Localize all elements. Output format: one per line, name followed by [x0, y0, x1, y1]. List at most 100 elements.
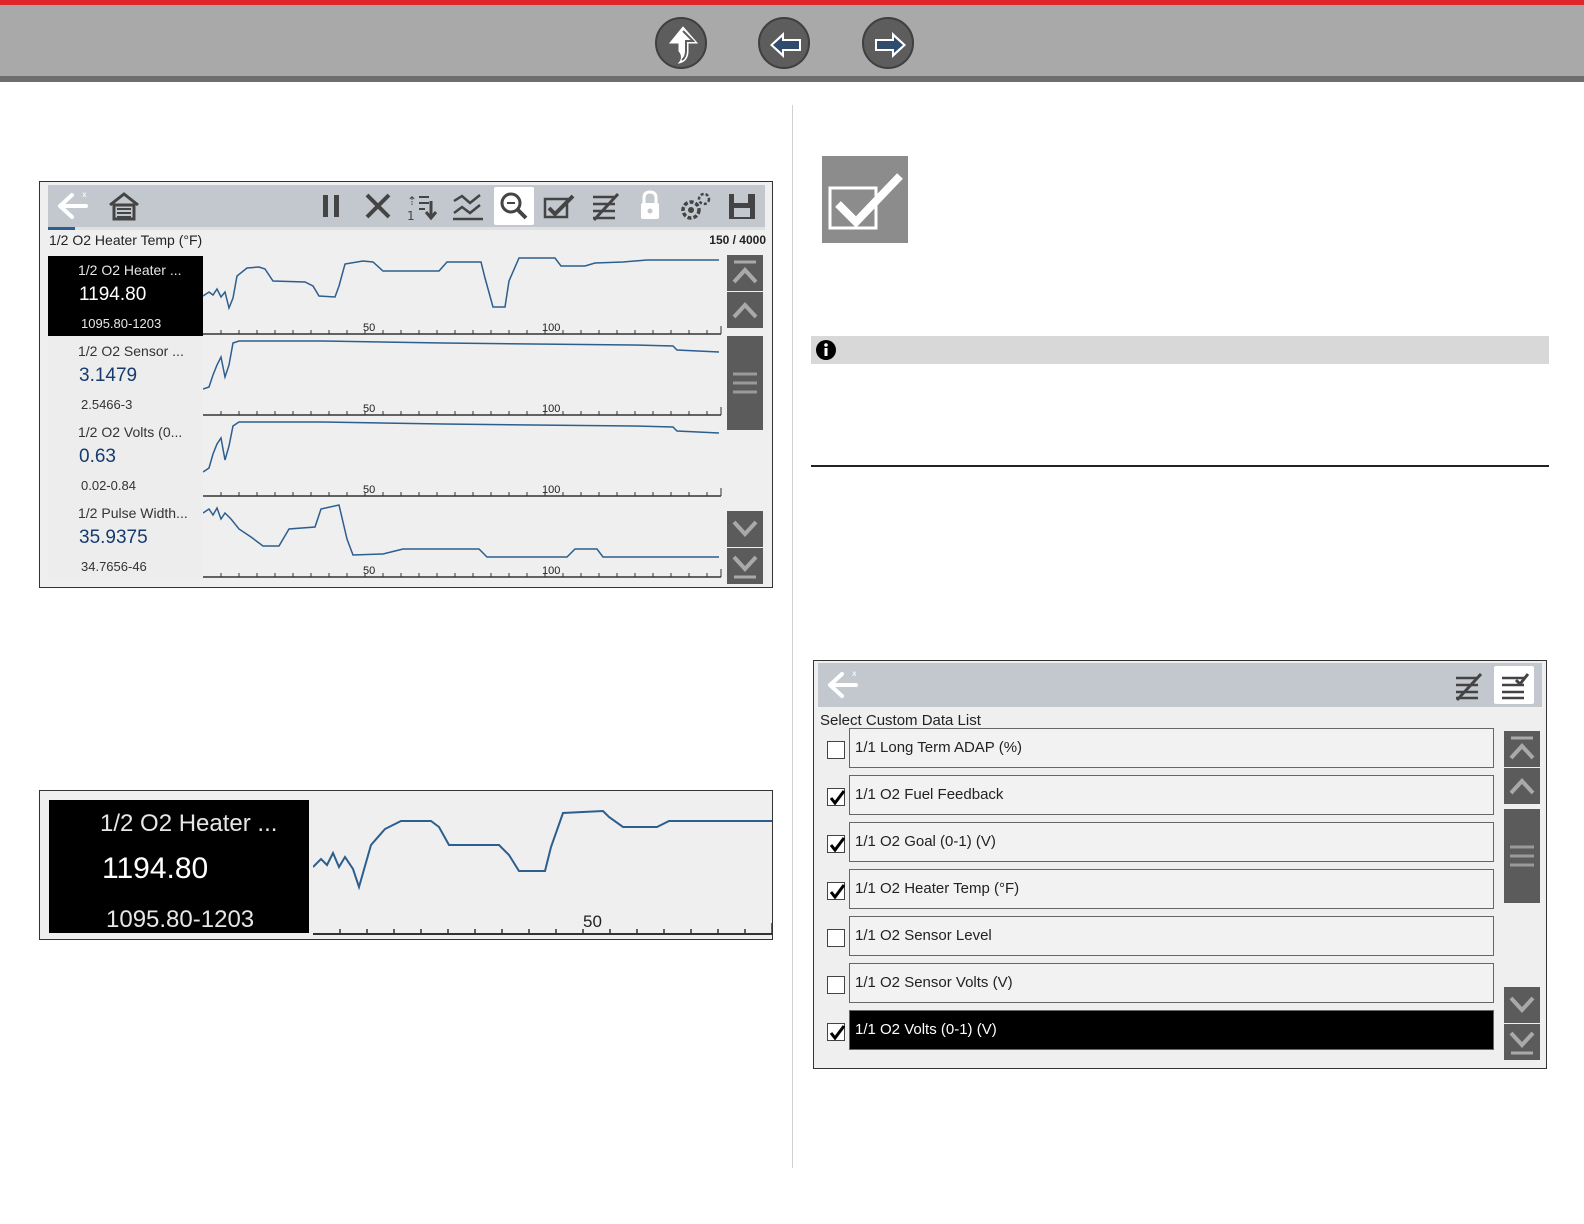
lock-icon[interactable]	[630, 187, 670, 225]
back-icon[interactable]: x	[52, 187, 92, 225]
list-item-button[interactable]: 1/1 O2 Sensor Volts (V)	[849, 963, 1494, 1003]
right-arrow-icon[interactable]	[862, 17, 914, 69]
list-item-label: 1/1 O2 Fuel Feedback	[855, 786, 1004, 803]
info-icon	[816, 340, 836, 360]
list-item-button[interactable]: 1/1 O2 Volts (0-1) (V)	[849, 1010, 1494, 1050]
list-item-label: 1/1 O2 Volts (0-1) (V)	[855, 1021, 997, 1038]
list-item-button[interactable]: 1/1 O2 Heater Temp (°F)	[849, 869, 1494, 909]
axis-tick-label: 50	[363, 484, 375, 496]
parameter-name: 1/2 O2 Heater ...	[78, 262, 182, 278]
zoomed-parameter-graph: 1/2 O2 Heater ... 1194.80 1095.80-1203 5…	[39, 790, 773, 940]
parameter-value: 1194.80	[79, 284, 147, 305]
parameter-row[interactable]: 1/2 O2 Volts (0... 0.63 0.02-0.84 50 100	[48, 418, 726, 498]
clear-icon[interactable]	[358, 187, 398, 225]
list-item-label: 1/1 O2 Sensor Volts (V)	[855, 974, 1013, 991]
scroll-thumb[interactable]	[727, 336, 763, 430]
parameter-value: 3.1479	[79, 365, 138, 386]
parameter-graph: 50 100	[203, 340, 722, 416]
list-item-button[interactable]: 1/1 O2 Sensor Level	[849, 916, 1494, 956]
item-checkbox[interactable]	[827, 835, 846, 853]
top-nav-bar	[0, 0, 1584, 82]
scroll-thumb[interactable]	[1504, 809, 1540, 903]
list-scrollbar[interactable]	[1503, 731, 1541, 1065]
scroll-top-icon[interactable]	[1504, 731, 1540, 767]
section-rule	[811, 465, 1549, 467]
save-icon[interactable]	[722, 187, 762, 225]
axis-tick-label: 50	[363, 565, 375, 577]
zoomed-parameter-trace	[313, 809, 772, 891]
graph-icon[interactable]	[448, 187, 488, 225]
parameter-name: 1/2 O2 Sensor ...	[78, 343, 184, 359]
custom-data-list-screen: x Select Custom Data List 1/1 Long Term …	[813, 660, 1547, 1069]
frame-counter: 150 / 4000	[709, 233, 766, 247]
list-item-label: 1/1 O2 Sensor Level	[855, 927, 992, 944]
list-item: 1/1 O2 Volts (0-1) (V)	[824, 1010, 1494, 1050]
column-divider	[792, 105, 793, 1168]
parameter-range: 34.7656-46	[81, 559, 147, 574]
buffer-progress-bar	[48, 227, 765, 230]
left-arrow-icon[interactable]	[758, 17, 810, 69]
list-item: 1/1 O2 Sensor Volts (V)	[824, 963, 1494, 1003]
list-item-button[interactable]: 1/1 O2 Goal (0-1) (V)	[849, 822, 1494, 862]
graph-axis	[313, 923, 772, 935]
buffer-progress-fill	[48, 227, 75, 230]
parameter-range: 1095.80-1203	[81, 316, 162, 331]
item-checkbox[interactable]	[827, 976, 845, 994]
item-checkbox[interactable]	[827, 1023, 846, 1041]
parameter-value: 35.9375	[79, 527, 148, 548]
zoomed-parameter-label[interactable]: 1/2 O2 Heater ... 1194.80 1095.80-1203	[49, 800, 309, 933]
zoomed-graph: 50	[313, 809, 772, 935]
graph-axis	[203, 488, 722, 497]
item-checkbox[interactable]	[827, 741, 845, 759]
up-arrow-icon[interactable]	[655, 17, 707, 69]
parameter-label[interactable]: 1/2 O2 Heater ... 1194.80 1095.80-1203	[48, 256, 203, 336]
list-toolbar: x	[818, 663, 1542, 707]
zoom-icon[interactable]	[494, 187, 534, 225]
list-item-button[interactable]: 1/1 O2 Fuel Feedback	[849, 775, 1494, 815]
parameter-trace	[203, 421, 720, 473]
scroll-down-icon[interactable]	[727, 511, 763, 547]
parameter-label[interactable]: 1/2 Pulse Width... 35.9375 34.7656-46	[48, 499, 203, 579]
parameter-name: 1/2 O2 Heater ...	[100, 810, 278, 837]
item-checkbox[interactable]	[827, 929, 845, 947]
item-checkbox[interactable]	[827, 788, 846, 806]
previous-frame-icon[interactable]: ⇡ 1	[403, 187, 443, 225]
graph-scrollbar[interactable]	[726, 255, 765, 584]
parameter-label[interactable]: 1/2 O2 Volts (0... 0.63 0.02-0.84	[48, 418, 203, 498]
axis-tick-label: 50	[583, 912, 602, 931]
pause-icon[interactable]	[312, 187, 352, 225]
item-checkbox[interactable]	[827, 882, 846, 900]
graph-axis	[203, 569, 722, 578]
parameter-value: 1194.80	[102, 852, 209, 885]
svg-text:x: x	[82, 190, 87, 199]
graph-title: 1/2 O2 Heater Temp (°F)	[49, 232, 203, 248]
parameter-row[interactable]: 1/2 O2 Heater ... 1194.80 1095.80-1203 5…	[48, 256, 726, 336]
scroll-down-icon[interactable]	[1504, 987, 1540, 1023]
scroll-bottom-icon[interactable]	[1504, 1024, 1540, 1060]
scroll-up-icon[interactable]	[1504, 768, 1540, 804]
parameter-label[interactable]: 1/2 O2 Sensor ... 3.1479 2.5466-3	[48, 337, 203, 417]
home-icon[interactable]	[104, 187, 144, 225]
scroll-top-icon[interactable]	[727, 255, 763, 291]
parameter-row[interactable]: 1/2 O2 Sensor ... 3.1479 2.5466-3 50 100	[48, 337, 726, 417]
graph-toolbar: x ⇡ 1	[48, 185, 765, 227]
scroll-bottom-icon[interactable]	[727, 548, 763, 584]
scroll-up-icon[interactable]	[727, 292, 763, 328]
axis-tick-label: 50	[363, 322, 375, 334]
back-icon[interactable]: x	[822, 666, 862, 704]
select-icon[interactable]	[539, 187, 579, 225]
parameter-row[interactable]: 1/2 Pulse Width... 35.9375 34.7656-46 50…	[48, 499, 726, 579]
svg-text:1: 1	[407, 209, 415, 223]
axis-tick-label: 100	[542, 403, 560, 415]
list-item: 1/1 Long Term ADAP (%)	[824, 728, 1494, 768]
select-all-icon[interactable]	[1494, 666, 1534, 704]
list-item: 1/1 O2 Fuel Feedback	[824, 775, 1494, 815]
parameter-name: 1/2 O2 Volts (0...	[78, 424, 183, 440]
custom-list-icon[interactable]	[1448, 666, 1488, 704]
list-item-button[interactable]: 1/1 Long Term ADAP (%)	[849, 728, 1494, 768]
list-item-label: 1/1 Long Term ADAP (%)	[855, 739, 1023, 756]
settings-icon[interactable]	[676, 187, 716, 225]
parameter-graph: 50 100	[203, 257, 722, 335]
custom-list-icon[interactable]	[585, 187, 625, 225]
data-graph-screen: x ⇡ 1 1/2 O2 Heater Temp (°F) 150 / 4000…	[39, 181, 773, 588]
